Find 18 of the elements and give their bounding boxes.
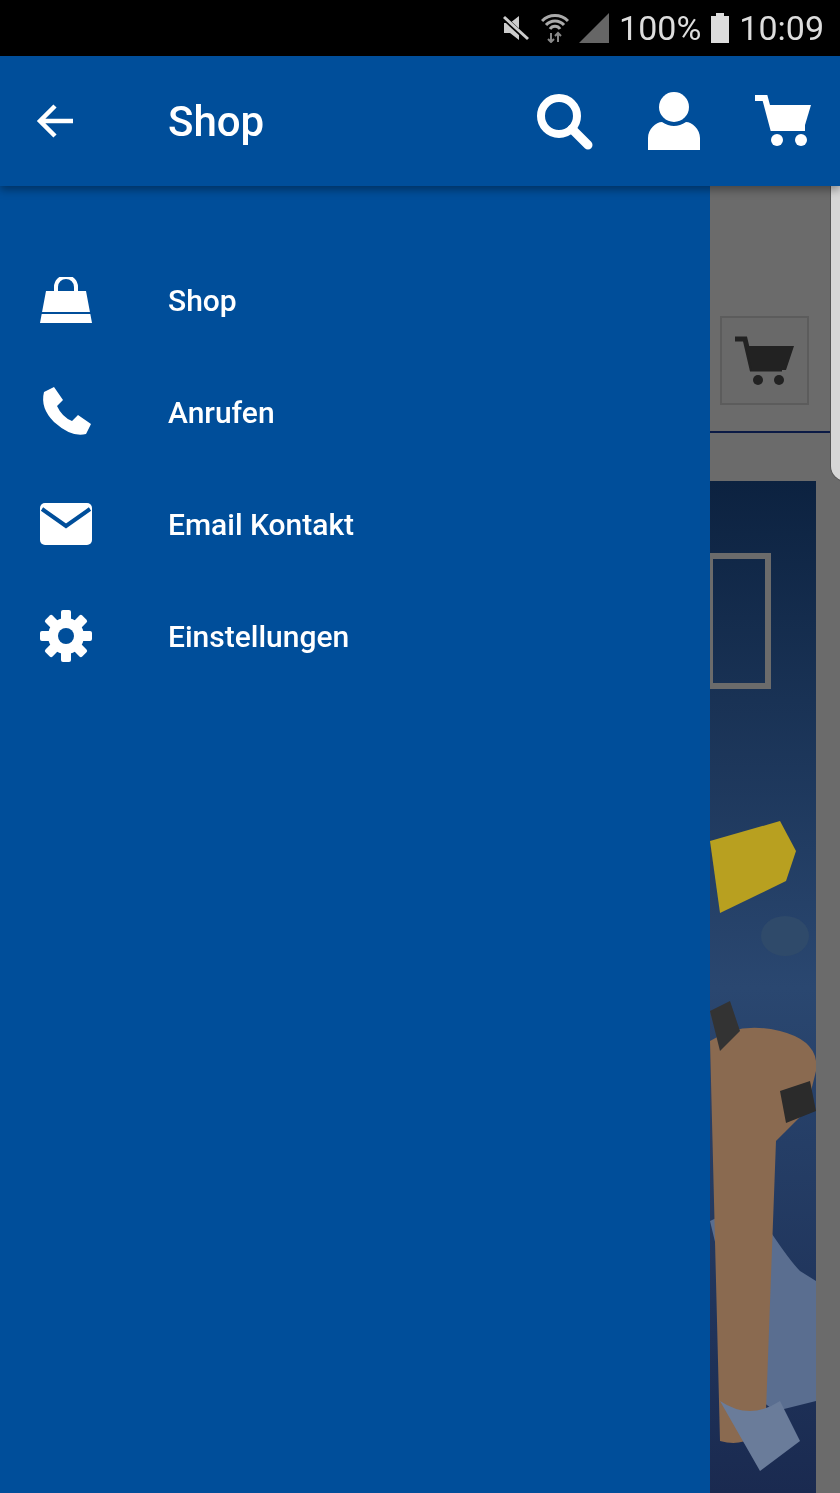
clock: 10:09 bbox=[739, 11, 824, 45]
gear-icon bbox=[40, 610, 92, 662]
drawer-item[interactable]: Einstellungen bbox=[0, 580, 710, 692]
toolbar-title: Shop bbox=[168, 96, 266, 146]
phone-icon bbox=[40, 386, 92, 438]
shopping-bag-icon bbox=[40, 277, 92, 323]
envelope-icon bbox=[40, 503, 92, 545]
drawer-item[interactable]: Email Kontakt bbox=[0, 468, 710, 580]
cart-icon bbox=[734, 335, 795, 386]
drawer-item[interactable]: Anrufen bbox=[0, 356, 710, 468]
wifi-icon bbox=[541, 13, 570, 43]
signal-icon bbox=[579, 13, 610, 43]
battery-percent: 100% bbox=[619, 11, 702, 45]
drawer-item[interactable]: Shop bbox=[0, 244, 710, 356]
battery-icon bbox=[711, 13, 730, 43]
back-arrow-icon bbox=[35, 103, 75, 139]
add-to-cart-button[interactable] bbox=[720, 316, 809, 405]
mute-icon bbox=[501, 13, 532, 43]
